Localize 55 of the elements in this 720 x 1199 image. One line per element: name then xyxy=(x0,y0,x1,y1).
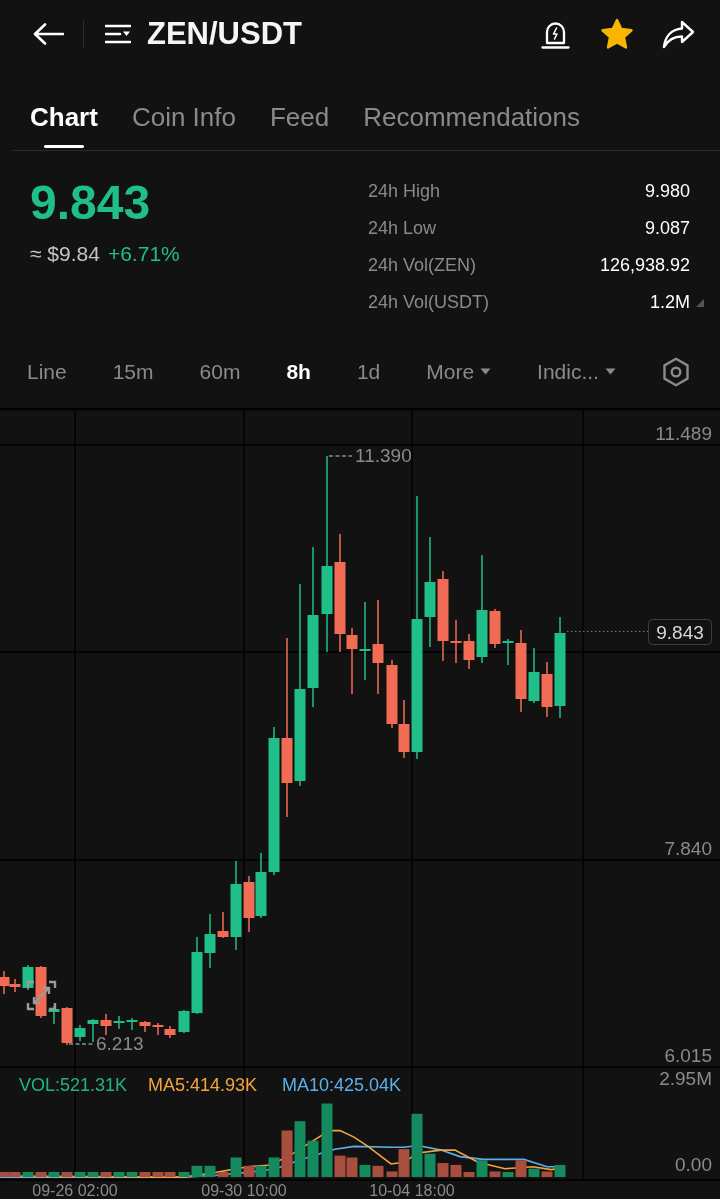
price-axis-label: 7.840 xyxy=(664,838,712,859)
star-icon[interactable] xyxy=(600,18,634,50)
dropdown-button[interactable]: More xyxy=(426,359,492,384)
volume-bar xyxy=(372,1165,384,1177)
caret-icon xyxy=(604,368,616,375)
pair-title: ZEN/USDT xyxy=(147,16,302,52)
stat-value: 1.2M xyxy=(649,292,690,313)
leader-line xyxy=(328,455,353,457)
volume-legend-label: MA5:414.93K xyxy=(148,1075,258,1095)
stat-label: 24h Vol(USDT) xyxy=(368,292,491,313)
interval-tab[interactable]: 60m xyxy=(199,359,241,384)
menu-icon[interactable] xyxy=(105,24,131,44)
dropdown-button[interactable]: Indic... xyxy=(537,359,616,384)
stat-label: 24h Vol(ZEN) xyxy=(368,255,478,276)
last-price: 9.843 xyxy=(30,177,152,229)
settings-icon[interactable] xyxy=(661,356,690,387)
high-price-label: 11.390 xyxy=(355,445,412,466)
siren-icon[interactable] xyxy=(541,19,570,49)
price-axis-label: 6.015 xyxy=(664,1045,712,1066)
leader-line xyxy=(68,1043,94,1045)
price-change: +6.71% xyxy=(107,241,180,267)
candlestick xyxy=(126,1018,138,1030)
volume-axis-label: 0.00 xyxy=(675,1154,712,1175)
share-icon[interactable] xyxy=(662,19,695,49)
corner-triangle-icon[interactable] xyxy=(696,298,704,307)
low-price-label: 6.213 xyxy=(96,1033,144,1054)
volume-legend-label: MA10:425.04K xyxy=(282,1075,402,1095)
stat-value: 126,938.92 xyxy=(599,255,690,276)
interval-tab[interactable]: Line xyxy=(27,359,67,384)
volume-legend-label: VOL:521.31K xyxy=(19,1075,128,1095)
interval-tab[interactable]: 1d xyxy=(356,359,381,384)
expand-icon[interactable] xyxy=(26,980,57,1011)
candlestick xyxy=(164,1026,176,1038)
caret-icon xyxy=(480,368,492,375)
tab[interactable]: Chart xyxy=(30,68,98,150)
candlestick xyxy=(152,1023,164,1035)
tab[interactable]: Recommendations xyxy=(363,68,581,150)
price-axis-label: 11.489 xyxy=(655,423,712,444)
tab[interactable]: Coin Info xyxy=(131,68,236,150)
stat-value: 9.980 xyxy=(644,181,690,202)
current-price-tag: 9.843 xyxy=(648,619,712,645)
candlestick xyxy=(386,660,398,728)
stat-label: 24h High xyxy=(368,181,442,202)
candlestick xyxy=(139,1021,151,1032)
time-axis-label: 10-04 18:00 xyxy=(369,1182,455,1199)
time-axis-label: 09-26 02:00 xyxy=(32,1182,118,1199)
time-axis-label: 09-30 10:00 xyxy=(201,1182,287,1199)
volume-axis-label: 2.95M xyxy=(659,1068,712,1089)
stat-value: 9.087 xyxy=(644,218,690,239)
stat-label: 24h Low xyxy=(368,218,438,239)
interval-tab[interactable]: 15m xyxy=(112,359,154,384)
tab[interactable]: Feed xyxy=(270,68,330,150)
interval-tab[interactable]: 8h xyxy=(286,359,311,384)
fiat-price: ≈ $9.84 xyxy=(30,241,100,267)
back-arrow-icon[interactable] xyxy=(33,23,64,45)
